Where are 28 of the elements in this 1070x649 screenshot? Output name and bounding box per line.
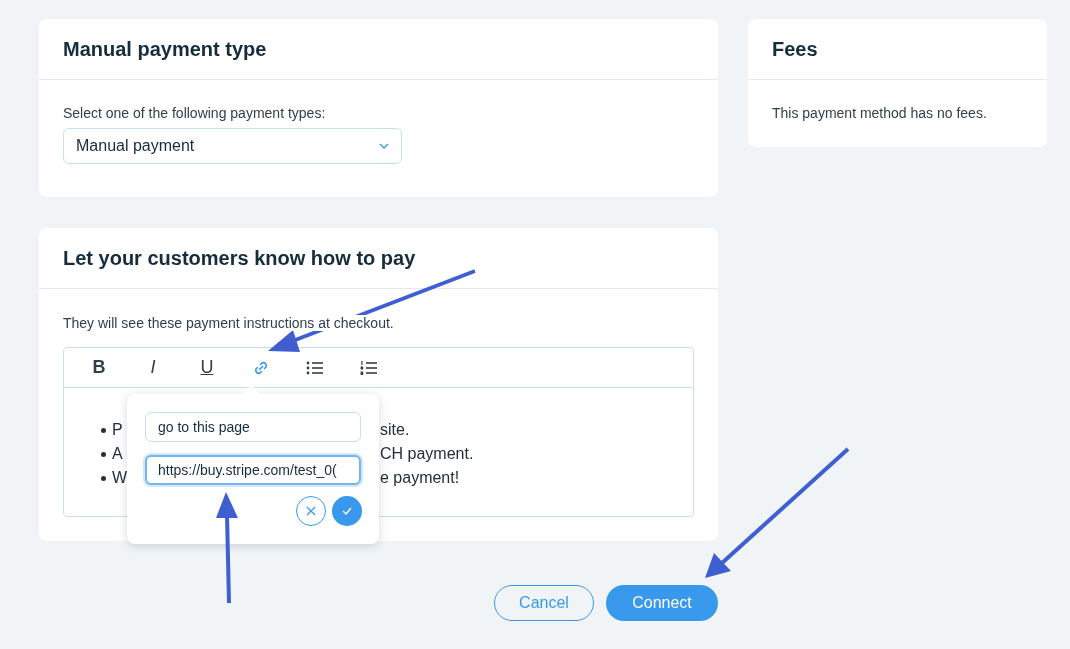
bulleted-list-icon <box>306 359 324 376</box>
payment-type-dropdown[interactable]: Manual payment <box>63 128 402 164</box>
link-url-field[interactable]: https://buy.stripe.com/test_0( <box>145 455 361 485</box>
chevron-down-icon <box>379 143 389 149</box>
confirm-link-button[interactable] <box>332 496 362 526</box>
bullet-text-end: site. <box>380 421 410 439</box>
underline-button[interactable]: U <box>189 352 225 383</box>
bullet-icon <box>101 427 106 433</box>
bullet-text-start: P <box>112 421 123 439</box>
field-label: Select one of the following payment types: <box>63 105 327 121</box>
bullet-text-end: e payment! <box>380 469 460 487</box>
cancel-link-button[interactable] <box>296 496 326 526</box>
card-title: Fees <box>772 37 818 61</box>
card-title: Let your customers know how to pay <box>63 246 416 270</box>
bullet-icon <box>101 451 106 457</box>
bullet-text-end: CH payment. <box>380 445 474 463</box>
fees-text: This payment method has no fees. <box>772 105 988 121</box>
italic-button[interactable]: I <box>135 352 171 383</box>
link-text-field[interactable]: go to this page <box>145 412 361 442</box>
close-icon <box>306 506 316 516</box>
bullet-text-start: W <box>112 469 128 487</box>
numbered-list-icon <box>360 359 378 376</box>
checkmark-icon <box>342 507 352 515</box>
bullet-icon <box>101 475 106 481</box>
bold-button[interactable]: B <box>81 352 117 383</box>
card-title: Manual payment type <box>63 37 267 61</box>
instructions-text: They will see these payment instructions at checkout. <box>63 315 394 331</box>
bullet-text-start: A <box>112 445 123 463</box>
